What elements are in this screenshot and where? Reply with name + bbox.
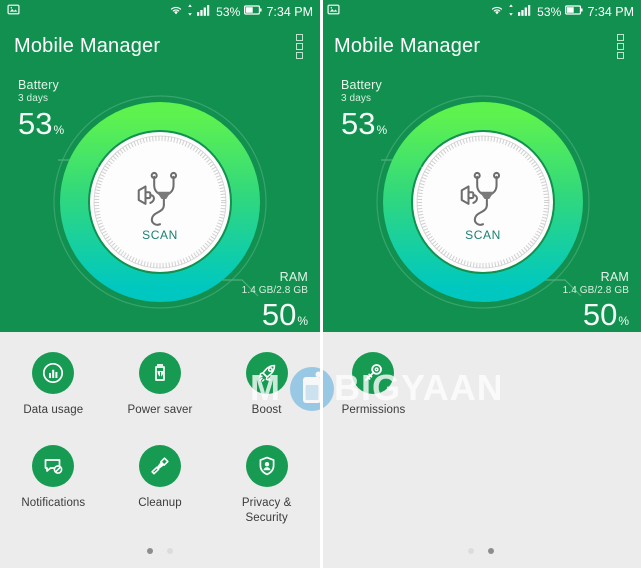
wifi-icon	[169, 3, 183, 21]
battery-value: 53%	[341, 108, 387, 139]
ram-label: RAM	[600, 270, 629, 284]
page-indicator	[320, 548, 641, 554]
feature-row-1: Permissions	[320, 346, 641, 417]
battery-value-number: 53	[18, 106, 53, 141]
feature-grid: Permissions	[320, 332, 641, 568]
page-title: Mobile Manager	[14, 34, 161, 57]
feature-notifications[interactable]: Notifications	[0, 439, 107, 525]
battery-stat: Battery 3 days 53%	[18, 78, 64, 139]
battery-stat: Battery 3 days 53%	[341, 78, 387, 139]
app-bar: Mobile Manager	[320, 24, 641, 68]
status-bar-system-icons: 53% 7:34 PM	[169, 3, 313, 21]
feature-row-2: Notifications Cleanup Privacy & Security	[0, 439, 320, 525]
status-bar-notifications	[7, 3, 20, 21]
scan-button[interactable]: SCAN	[98, 140, 222, 264]
left-phone-screen: 53% 7:34 PM Mobile Manager Battery 3 day…	[0, 0, 320, 568]
feature-data-usage[interactable]: Data usage	[0, 346, 107, 417]
cellular-signal-icon	[197, 3, 212, 21]
status-gauge-section: Battery 3 days 53% RAM 1.4 GB/2.8 GB 50%	[320, 68, 641, 332]
data-transfer-arrows-icon	[508, 3, 514, 21]
ram-value-unit: %	[297, 314, 308, 328]
screenshot-image-icon	[7, 3, 20, 21]
brush-icon	[138, 445, 181, 488]
feature-row-1: Data usage Power saver Boost	[0, 346, 320, 417]
feature-privacy-security[interactable]: Privacy & Security	[213, 439, 320, 525]
data-transfer-arrows-icon	[187, 3, 193, 21]
battery-label: Battery	[341, 78, 382, 92]
feature-permissions[interactable]: Permissions	[320, 346, 427, 417]
status-gauge-section: Battery 3 days 53% RAM 1.4 GB/2.8 GB 50%	[0, 68, 320, 332]
battery-sublabel: 3 days	[18, 93, 49, 104]
stethoscope-icon	[452, 171, 514, 234]
scan-label: SCAN	[465, 228, 501, 242]
overflow-menu-icon[interactable]	[293, 30, 306, 63]
ram-value: 50%	[563, 299, 629, 330]
feature-label: Power saver	[127, 404, 193, 416]
ram-stat: RAM 1.4 GB/2.8 GB 50%	[242, 270, 308, 330]
ram-stat: RAM 1.4 GB/2.8 GB 50%	[563, 270, 629, 330]
page-dot-2[interactable]	[167, 548, 173, 554]
feature-grid: Data usage Power saver Boost Notificatio…	[0, 332, 320, 568]
feature-power-saver[interactable]: Power saver	[107, 346, 214, 417]
rocket-icon	[245, 352, 288, 394]
right-phone-screen: 53% 7:34 PM Mobile Manager Battery 3 day…	[320, 0, 641, 568]
battery-leaf-icon	[138, 352, 181, 394]
page-indicator	[0, 548, 320, 554]
notification-block-icon	[32, 445, 75, 488]
stethoscope-icon	[129, 171, 191, 234]
screenshot-image-icon	[327, 3, 340, 21]
feature-label: Boost	[251, 404, 282, 416]
key-icon	[352, 352, 395, 394]
wifi-icon	[490, 3, 504, 21]
status-bar-system-icons: 53% 7:34 PM	[490, 3, 634, 21]
battery-icon	[244, 3, 263, 21]
battery-value-unit: %	[53, 123, 65, 137]
status-bar-notifications	[327, 3, 340, 21]
battery-icon	[565, 3, 584, 21]
cellular-signal-icon	[518, 3, 533, 21]
feature-empty-slot	[427, 346, 534, 417]
status-bar: 53% 7:34 PM	[320, 0, 641, 24]
ram-sublabel: 1.4 GB/2.8 GB	[241, 285, 308, 296]
shield-person-icon	[245, 445, 288, 488]
ram-sublabel: 1.4 GB/2.8 GB	[562, 285, 629, 296]
page-dot-2[interactable]	[487, 548, 494, 554]
feature-boost[interactable]: Boost	[213, 346, 320, 417]
clock-label: 7:34 PM	[587, 5, 634, 19]
clock-label: 7:34 PM	[266, 5, 313, 19]
ram-value-number: 50	[261, 297, 297, 332]
page-dot-1[interactable]	[147, 548, 153, 554]
ram-label: RAM	[279, 270, 308, 284]
page-title: Mobile Manager	[334, 34, 481, 57]
battery-percent-label: 53%	[216, 5, 241, 19]
battery-percent-label: 53%	[537, 5, 562, 19]
feature-label: Notifications	[21, 497, 86, 510]
app-bar: Mobile Manager	[0, 24, 320, 68]
ram-value: 50%	[242, 299, 308, 330]
scan-label: SCAN	[142, 228, 178, 242]
ram-value-unit: %	[618, 314, 629, 328]
battery-value-unit: %	[376, 123, 388, 137]
overflow-menu-icon[interactable]	[614, 30, 627, 63]
page-dot-1[interactable]	[467, 548, 474, 554]
battery-label: Battery	[18, 78, 59, 92]
battery-value-number: 53	[341, 106, 376, 141]
battery-sublabel: 3 days	[341, 93, 372, 104]
dual-screenshot-composite: 53% 7:34 PM Mobile Manager Battery 3 day…	[0, 0, 641, 568]
feature-cleanup[interactable]: Cleanup	[107, 439, 214, 525]
feature-label: Cleanup	[138, 497, 182, 510]
feature-label: Permissions	[341, 404, 406, 416]
feature-label: Privacy & Security	[241, 497, 292, 524]
scan-button[interactable]: SCAN	[421, 140, 545, 264]
battery-value: 53%	[18, 108, 64, 139]
ram-value-number: 50	[582, 297, 618, 332]
feature-empty-slot	[534, 346, 641, 417]
bar-chart-circle-icon	[32, 352, 75, 394]
status-bar: 53% 7:34 PM	[0, 0, 320, 24]
feature-label: Data usage	[23, 404, 84, 416]
